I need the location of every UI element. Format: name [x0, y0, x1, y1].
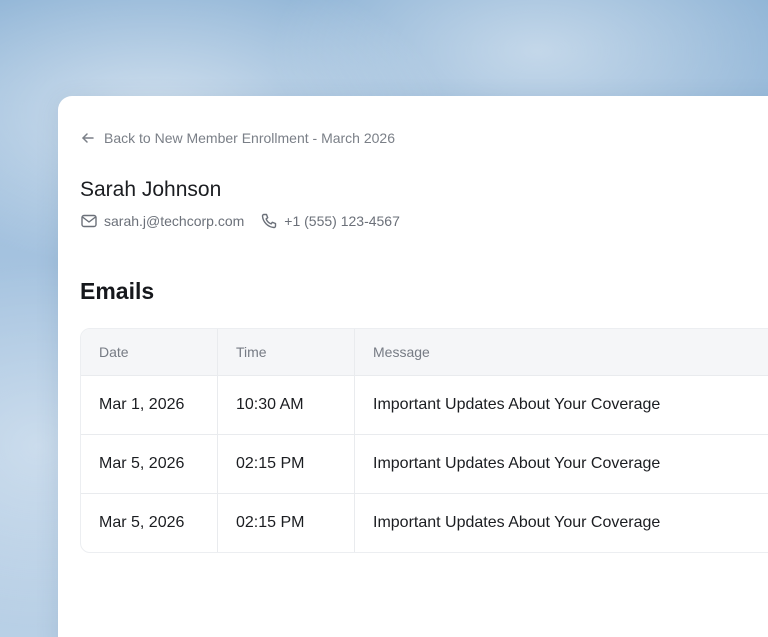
- column-header-date[interactable]: Date: [81, 329, 218, 375]
- emails-table: Date Time Message Mar 1, 2026 10:30 AM I…: [80, 328, 768, 553]
- mail-icon: [80, 212, 98, 230]
- contact-info: sarah.j@techcorp.com +1 (555) 123-4567: [80, 212, 400, 230]
- back-link[interactable]: Back to New Member Enrollment - March 20…: [80, 130, 395, 146]
- cell-message[interactable]: Important Updates About Your Coverage: [355, 494, 768, 552]
- back-link-label[interactable]: Back to New Member Enrollment - March 20…: [104, 130, 395, 146]
- table-row[interactable]: Mar 5, 2026 02:15 PM Important Updates A…: [81, 434, 768, 493]
- phone-icon: [260, 212, 278, 230]
- column-header-message[interactable]: Message: [355, 329, 768, 375]
- email-contact[interactable]: sarah.j@techcorp.com: [80, 212, 244, 230]
- emails-section-title: Emails: [80, 278, 155, 304]
- cell-date: Mar 1, 2026: [81, 376, 218, 434]
- column-header-time[interactable]: Time: [218, 329, 355, 375]
- table-row[interactable]: Mar 1, 2026 10:30 AM Important Updates A…: [81, 375, 768, 434]
- email-text[interactable]: sarah.j@techcorp.com: [104, 213, 244, 229]
- member-detail-panel: Back to New Member Enrollment - March 20…: [58, 96, 768, 637]
- member-name: Sarah Johnson: [80, 178, 222, 201]
- cell-time: 02:15 PM: [218, 435, 355, 493]
- cell-message[interactable]: Important Updates About Your Coverage: [355, 435, 768, 493]
- table-row[interactable]: Mar 5, 2026 02:15 PM Important Updates A…: [81, 493, 768, 552]
- cell-date: Mar 5, 2026: [81, 435, 218, 493]
- cell-time: 10:30 AM: [218, 376, 355, 434]
- arrow-left-icon: [80, 130, 96, 146]
- table-header-row: Date Time Message: [81, 329, 768, 375]
- cell-time: 02:15 PM: [218, 494, 355, 552]
- phone-text[interactable]: +1 (555) 123-4567: [284, 213, 400, 229]
- cell-message[interactable]: Important Updates About Your Coverage: [355, 376, 768, 434]
- phone-contact[interactable]: +1 (555) 123-4567: [260, 212, 400, 230]
- cell-date: Mar 5, 2026: [81, 494, 218, 552]
